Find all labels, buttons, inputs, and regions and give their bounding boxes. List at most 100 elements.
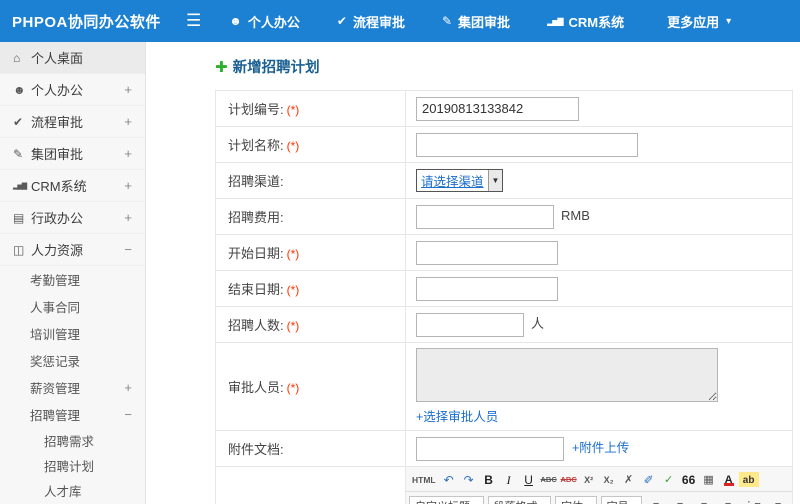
sidebar-item-recruit-demand[interactable]: 招聘需求 — [0, 428, 145, 453]
sidebar-item-group-approval[interactable]: ✎ 集团审批 + — [0, 138, 145, 170]
sidebar-item-hr-contracts[interactable]: 人事合同 — [0, 293, 145, 320]
nav-label: CRM系统 — [568, 14, 625, 30]
sidebar-item-attendance[interactable]: 考勤管理 — [0, 266, 145, 293]
sidebar-item-label: 流程审批 — [31, 115, 84, 130]
caret-down-icon: ▾ — [726, 15, 732, 27]
expand-toggle[interactable]: + — [124, 178, 145, 193]
plan-name-input[interactable] — [416, 132, 638, 157]
format-brush-button[interactable]: ✐ — [639, 469, 659, 489]
fee-input[interactable] — [416, 204, 554, 229]
sidebar-item-admin-office[interactable]: ▤ 行政办公 + — [0, 202, 145, 234]
expand-toggle[interactable]: − — [124, 242, 145, 257]
sidebar-item-recruitment[interactable]: 招聘管理 − — [0, 401, 145, 428]
highlight-color-button[interactable]: ab — [738, 471, 759, 487]
expand-toggle[interactable]: + — [124, 380, 145, 395]
approver-textarea[interactable] — [416, 348, 718, 402]
align-center-button[interactable]: ≡ — [670, 496, 690, 504]
field-label: 开始日期: — [228, 246, 284, 261]
headcount-input[interactable] — [416, 312, 524, 337]
expand-toggle[interactable]: + — [124, 146, 145, 161]
bold-button[interactable]: B — [479, 469, 499, 489]
channel-select[interactable]: 请选择渠道 ▼ — [416, 169, 504, 192]
editor-toolbar-row2: 自定义标题 ▾ 段落格式 ▾ 字体 — [406, 492, 792, 504]
expand-toggle[interactable]: + — [124, 210, 145, 225]
end-date-input[interactable] — [416, 276, 558, 301]
sidebar-item-rewards[interactable]: 奖惩记录 — [0, 347, 145, 374]
sidebar-item-crm[interactable]: ▂▅▇ CRM系统 + — [0, 170, 145, 202]
font-color-button[interactable]: A — [719, 469, 739, 489]
sidebar-item-training[interactable]: 培训管理 — [0, 320, 145, 347]
spellcheck-button[interactable]: ✓ — [659, 469, 679, 489]
attachment-upload-link[interactable]: +附件上传 — [572, 441, 629, 455]
blockquote-button[interactable]: 66 — [679, 469, 699, 489]
subscript-button[interactable]: X₂ — [599, 469, 619, 489]
align-left-button[interactable]: ≡ — [646, 496, 666, 504]
form-row-attachment: 附件文档: +附件上传 — [215, 430, 793, 467]
sidebar-item-personal-office[interactable]: ☻ 个人办公 + — [0, 74, 145, 106]
chart-icon: ▂▅▇ — [13, 182, 27, 190]
sidebar-item-hr[interactable]: ◫ 人力资源 − — [0, 234, 145, 266]
remove-format-button[interactable]: ABC — [559, 469, 579, 489]
sidebar-item-label: 培训管理 — [30, 328, 81, 342]
font-family-select[interactable]: 字体 ▾ — [555, 496, 597, 504]
field-label: 计划名称: — [228, 138, 284, 153]
custom-heading-select[interactable]: 自定义标题 ▾ — [409, 496, 484, 504]
attachment-input[interactable] — [416, 436, 564, 461]
nav-workflow-approval[interactable]: ✔ 流程审批 — [337, 12, 412, 31]
ordered-list-button[interactable]: ⋮≡ — [742, 496, 762, 504]
align-right-button[interactable]: ≡ — [694, 496, 714, 504]
font-size-select[interactable]: 字号 ▾ — [600, 496, 643, 504]
plan-no-input[interactable] — [416, 96, 579, 121]
required-marker: (*) — [286, 381, 300, 395]
unordered-list-button[interactable]: •≡ — [766, 496, 786, 504]
caret-down-icon: ▾ — [475, 501, 480, 504]
expand-toggle[interactable]: + — [124, 82, 145, 97]
chart-icon: ▂▅▇ — [547, 16, 564, 26]
eraser-button[interactable]: ✗ — [619, 469, 639, 489]
undo-button[interactable]: ↶ — [439, 469, 459, 489]
sidebar-item-label: 行政办公 — [31, 211, 84, 226]
editor-dropdown-label: 字体 — [561, 498, 583, 504]
italic-button[interactable]: I — [499, 469, 519, 489]
html-source-button[interactable]: HTML — [409, 469, 439, 489]
pencil-icon: ✎ — [441, 14, 453, 28]
form-row-end-date: 结束日期: (*) — [215, 270, 793, 307]
nav-crm[interactable]: ▂▅▇ CRM系统 — [547, 12, 631, 31]
strikethrough-button[interactable]: ABC — [539, 469, 559, 489]
field-label: 附件文档: — [228, 442, 284, 457]
field-label: 结束日期: — [228, 282, 284, 297]
align-justify-button[interactable]: ≡ — [718, 496, 738, 504]
sidebar-item-label: 集团审批 — [31, 147, 84, 162]
expand-toggle[interactable]: + — [124, 114, 145, 129]
check-icon: ✔ — [13, 114, 24, 129]
start-date-input[interactable] — [416, 240, 558, 265]
sidebar-item-workflow-approval[interactable]: ✔ 流程审批 + — [0, 106, 145, 138]
person-icon: ☻ — [13, 82, 26, 97]
nav-personal-office[interactable]: ☻ 个人办公 — [229, 12, 307, 31]
redo-button[interactable]: ↷ — [459, 469, 479, 489]
sidebar-item-label: 个人桌面 — [31, 51, 84, 66]
required-marker: (*) — [286, 319, 300, 333]
table-button[interactable]: ▦ — [699, 469, 719, 489]
sidebar-item-desktop[interactable]: ⌂ 个人桌面 — [0, 42, 145, 74]
nav-label: 更多应用 — [667, 14, 720, 30]
nav-more-apps[interactable]: 更多应用 ▾ — [661, 12, 731, 31]
form-row-plan-name: 计划名称: (*) — [215, 126, 793, 163]
menu-toggle-icon[interactable]: ☰ — [186, 11, 201, 31]
sidebar-item-talent-pool[interactable]: 人才库 — [0, 478, 145, 503]
caret-down-icon: ▾ — [588, 501, 593, 504]
form-row-approver: 审批人员: (*) +选择审批人员 — [215, 342, 793, 431]
underline-button[interactable]: U — [519, 469, 539, 489]
required-marker: (*) — [286, 247, 300, 261]
choose-approver-link[interactable]: +选择审批人员 — [416, 410, 498, 424]
sidebar-item-salary[interactable]: 薪资管理 + — [0, 374, 145, 401]
field-label: 招聘人数: — [228, 318, 284, 333]
sidebar-item-label: 招聘管理 — [30, 409, 81, 423]
sidebar-item-recruit-plan[interactable]: 招聘计划 — [0, 453, 145, 478]
expand-toggle[interactable]: − — [124, 407, 145, 422]
superscript-button[interactable]: X² — [579, 469, 599, 489]
outdent-button[interactable]: ⇤ — [790, 496, 792, 504]
paragraph-format-select[interactable]: 段落格式 ▾ — [487, 496, 552, 504]
nav-group-approval[interactable]: ✎ 集团审批 — [442, 12, 517, 31]
top-nav: ☻ 个人办公 ✔ 流程审批 ✎ 集团审批 ▂▅▇ CRM系统 更多应用 ▾ — [229, 12, 731, 31]
